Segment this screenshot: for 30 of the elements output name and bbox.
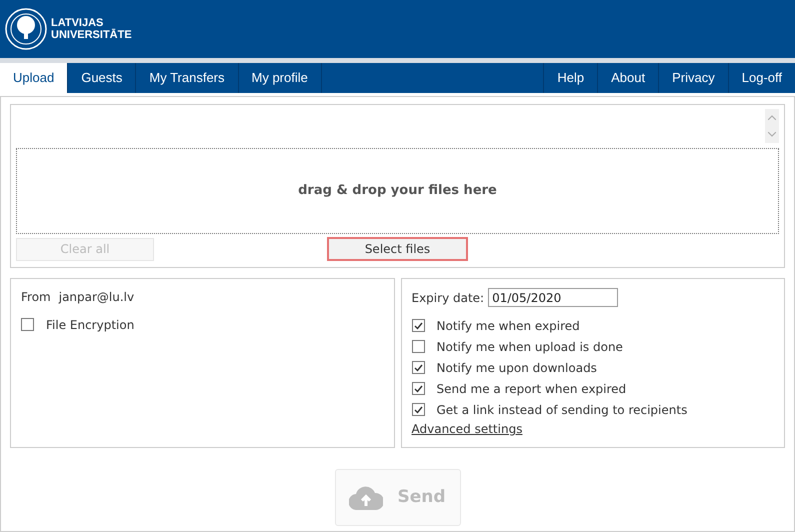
checkbox[interactable] (21, 318, 34, 331)
checkbox[interactable] (412, 382, 424, 395)
from-email: janpar@lu.lv (58, 289, 134, 306)
checkbox-label: Send me a report when expired (436, 380, 626, 398)
checkbox[interactable] (412, 319, 424, 332)
nav-tab[interactable]: Privacy (658, 63, 728, 93)
from-label: From (21, 289, 51, 306)
expiry-date-field[interactable]: 01/05/2020 (488, 288, 618, 307)
checkbox[interactable] (412, 361, 424, 374)
expiry-date-label: Expiry date: (412, 290, 484, 306)
nav-tab[interactable]: About (597, 63, 658, 93)
cloud-upload-icon (349, 486, 384, 510)
drop-zone[interactable]: drag & drop your files here (16, 148, 779, 234)
checkbox-label: Notify me when upload is done (436, 338, 623, 356)
nav-tab[interactable]: Upload (0, 63, 68, 93)
checkbox[interactable] (412, 403, 424, 416)
checkbox-label: Get a link instead of sending to recipients (436, 402, 688, 418)
nav-tab[interactable]: Help (543, 63, 598, 93)
university-logo-text: LATVIJAS UNIVERSITĀTE (51, 17, 132, 41)
advanced-settings-link[interactable]: Advanced settings (412, 422, 522, 436)
nav-tab[interactable]: Guests (68, 63, 136, 93)
checkbox-label: Notify me upon downloads (436, 360, 597, 376)
checkbox[interactable] (412, 340, 424, 353)
nav-tab[interactable]: Log-off (728, 63, 795, 93)
checkbox-label: Notify me when expired (436, 318, 580, 334)
select-files-button[interactable]: Select files (327, 237, 468, 261)
nav-tab[interactable]: My profile (238, 63, 322, 93)
nav-tab[interactable]: My Transfers (136, 63, 239, 93)
university-emblem-icon (5, 8, 47, 50)
checkbox-label: File Encryption (46, 316, 134, 334)
